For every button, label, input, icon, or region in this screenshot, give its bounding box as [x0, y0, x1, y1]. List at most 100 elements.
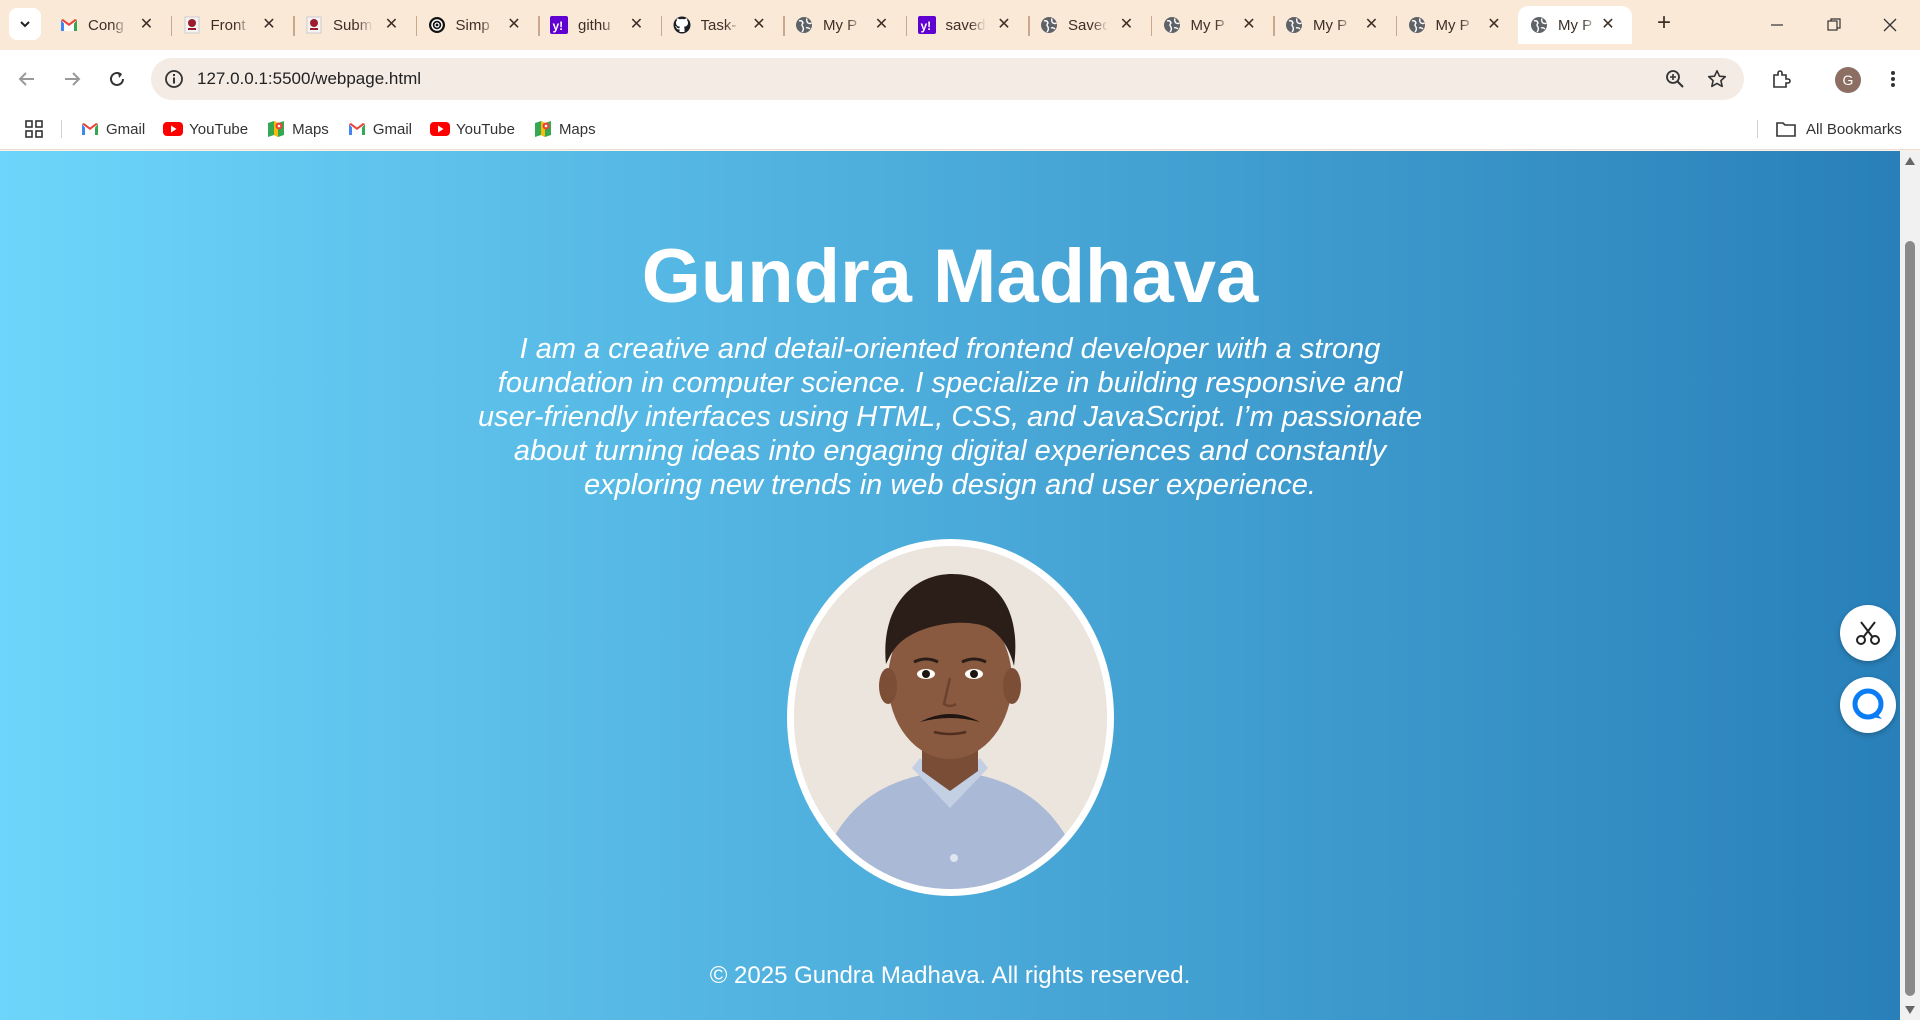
tab-close-icon[interactable]: ✕: [261, 17, 277, 33]
tab-separator: [170, 16, 172, 36]
reload-icon: [110, 71, 124, 86]
tab-title: Task-: [700, 16, 737, 34]
tab-title: Subm: [333, 16, 373, 34]
yahoo-icon: y!: [550, 16, 568, 34]
chat-bubble-icon: [1852, 688, 1884, 720]
bookmark-label: YouTube: [189, 120, 249, 138]
tab-close-icon[interactable]: ✕: [1241, 17, 1257, 33]
bookmark-label: Gmail: [372, 120, 412, 138]
profile-avatar[interactable]: G: [1835, 67, 1861, 93]
maps-icon: [266, 119, 286, 139]
browser-tab[interactable]: My P ✕: [1150, 6, 1274, 44]
browser-tab[interactable]: Subm ✕: [293, 6, 416, 44]
forward-button[interactable]: [55, 62, 89, 96]
extensions-button[interactable]: [1764, 62, 1798, 96]
bookmark-item[interactable]: Gmail: [347, 119, 412, 139]
tab-title: My P: [1558, 16, 1593, 34]
bookmark-star-icon[interactable]: [1704, 66, 1730, 92]
restore-icon: [1827, 18, 1841, 31]
globe-icon: [1530, 16, 1548, 34]
browser-tab[interactable]: y! saved ✕: [905, 6, 1029, 44]
globe-icon: [1163, 16, 1181, 34]
footer-copyright: © 2025 Gundra Madhava. All rights reserv…: [709, 962, 1191, 989]
chat-assistant-button[interactable]: [1840, 677, 1896, 733]
github-icon: [673, 16, 691, 34]
tab-separator: [1273, 16, 1275, 36]
apps-grid-icon[interactable]: [22, 117, 46, 141]
tab-title: Simp: [455, 16, 490, 34]
globe-icon: [1408, 16, 1426, 34]
tab-title: My P: [1313, 16, 1348, 34]
tab-close-icon[interactable]: ✕: [1486, 17, 1502, 33]
address-bar[interactable]: 127.0.0.1:5500/webpage.html: [151, 58, 1744, 100]
close-window-button[interactable]: [1862, 0, 1918, 50]
person-portrait-icon: [794, 546, 1107, 889]
scroll-down-arrow-icon[interactable]: [1904, 1004, 1916, 1016]
yahoo-icon: y!: [917, 16, 936, 34]
url-text: 127.0.0.1:5500/webpage.html: [197, 69, 422, 88]
bookmark-label: YouTube: [455, 120, 515, 138]
college-icon: [183, 16, 201, 34]
all-bookmarks-button[interactable]: All Bookmarks: [1776, 108, 1902, 150]
tab-separator: [783, 16, 785, 36]
arrow-left-icon: [18, 72, 34, 86]
browser-tab-active[interactable]: My P ✕: [1518, 6, 1632, 44]
tab-list: Cong ✕ Front ✕ Subm ✕ Simp ✕ y! githu ✕ Task- ✕ My P ✕…: [48, 6, 1632, 50]
arrow-right-icon: [65, 72, 81, 86]
svg-text:y!: y!: [920, 19, 931, 33]
bookmark-label: Maps: [292, 120, 329, 138]
globe-icon: [795, 16, 813, 34]
browser-tab[interactable]: Front ✕: [170, 6, 294, 44]
more-vert-icon: [1891, 71, 1895, 87]
restore-button[interactable]: [1806, 0, 1862, 50]
browser-menu-button[interactable]: [1876, 62, 1910, 96]
tab-separator: [905, 16, 907, 36]
gmail-icon: [347, 119, 367, 139]
tab-separator: [660, 16, 662, 36]
tab-close-icon[interactable]: ✕: [384, 17, 400, 33]
back-button[interactable]: [10, 62, 44, 96]
page-description: I am a creative and detail-oriented fron…: [478, 333, 1422, 501]
scroll-up-arrow-icon[interactable]: [1904, 155, 1916, 167]
tab-close-icon[interactable]: ✕: [139, 17, 155, 33]
browser-tab[interactable]: Cong ✕: [48, 6, 171, 44]
new-tab-button[interactable]: +: [1652, 11, 1676, 36]
tab-close-icon[interactable]: ✕: [1119, 17, 1135, 33]
tab-close-icon[interactable]: ✕: [996, 17, 1012, 33]
tab-close-icon[interactable]: ✕: [751, 17, 767, 33]
tab-title: saved: [945, 16, 986, 34]
browser-tab[interactable]: My P ✕: [1395, 6, 1519, 44]
browser-tab[interactable]: Task- ✕: [660, 6, 784, 44]
minimize-button[interactable]: [1749, 0, 1805, 50]
browser-tab[interactable]: y! githu ✕: [538, 6, 661, 44]
reload-button[interactable]: [100, 62, 134, 96]
bookmark-item[interactable]: YouTube: [429, 119, 515, 139]
tab-search-button[interactable]: [9, 8, 41, 40]
gmail-icon: [80, 119, 100, 139]
browser-tab[interactable]: Simp ✕: [415, 6, 539, 44]
scrollbar-thumb[interactable]: [1905, 241, 1915, 996]
tab-close-icon[interactable]: ✕: [629, 17, 645, 33]
tab-title: My P: [1190, 16, 1225, 34]
globe-icon: [1040, 16, 1058, 34]
tab-close-icon[interactable]: ✕: [1364, 17, 1380, 33]
screenshot-tool-button[interactable]: [1840, 605, 1896, 661]
tab-separator: [1150, 16, 1152, 36]
tab-close-icon[interactable]: ✕: [506, 17, 522, 33]
bookmark-item[interactable]: Maps: [533, 119, 596, 139]
site-info-icon[interactable]: [161, 66, 187, 92]
bookmark-item[interactable]: YouTube: [163, 119, 248, 139]
page-scrollbar[interactable]: [1900, 151, 1920, 1020]
chevron-down-icon: [20, 21, 30, 28]
browser-tab[interactable]: My P ✕: [1273, 6, 1396, 44]
bookmark-item[interactable]: Gmail: [80, 119, 145, 139]
browser-tab[interactable]: Saved ✕: [1028, 6, 1151, 44]
zoom-icon[interactable]: [1662, 66, 1688, 92]
tab-close-icon[interactable]: ✕: [874, 17, 890, 33]
tab-separator: [1395, 16, 1397, 36]
browser-tab[interactable]: My P ✕: [783, 6, 906, 44]
tab-close-icon[interactable]: ✕: [1600, 17, 1616, 33]
bookmark-item[interactable]: Maps: [266, 119, 329, 139]
profile-photo: [787, 539, 1114, 896]
youtube-icon: [163, 119, 184, 139]
